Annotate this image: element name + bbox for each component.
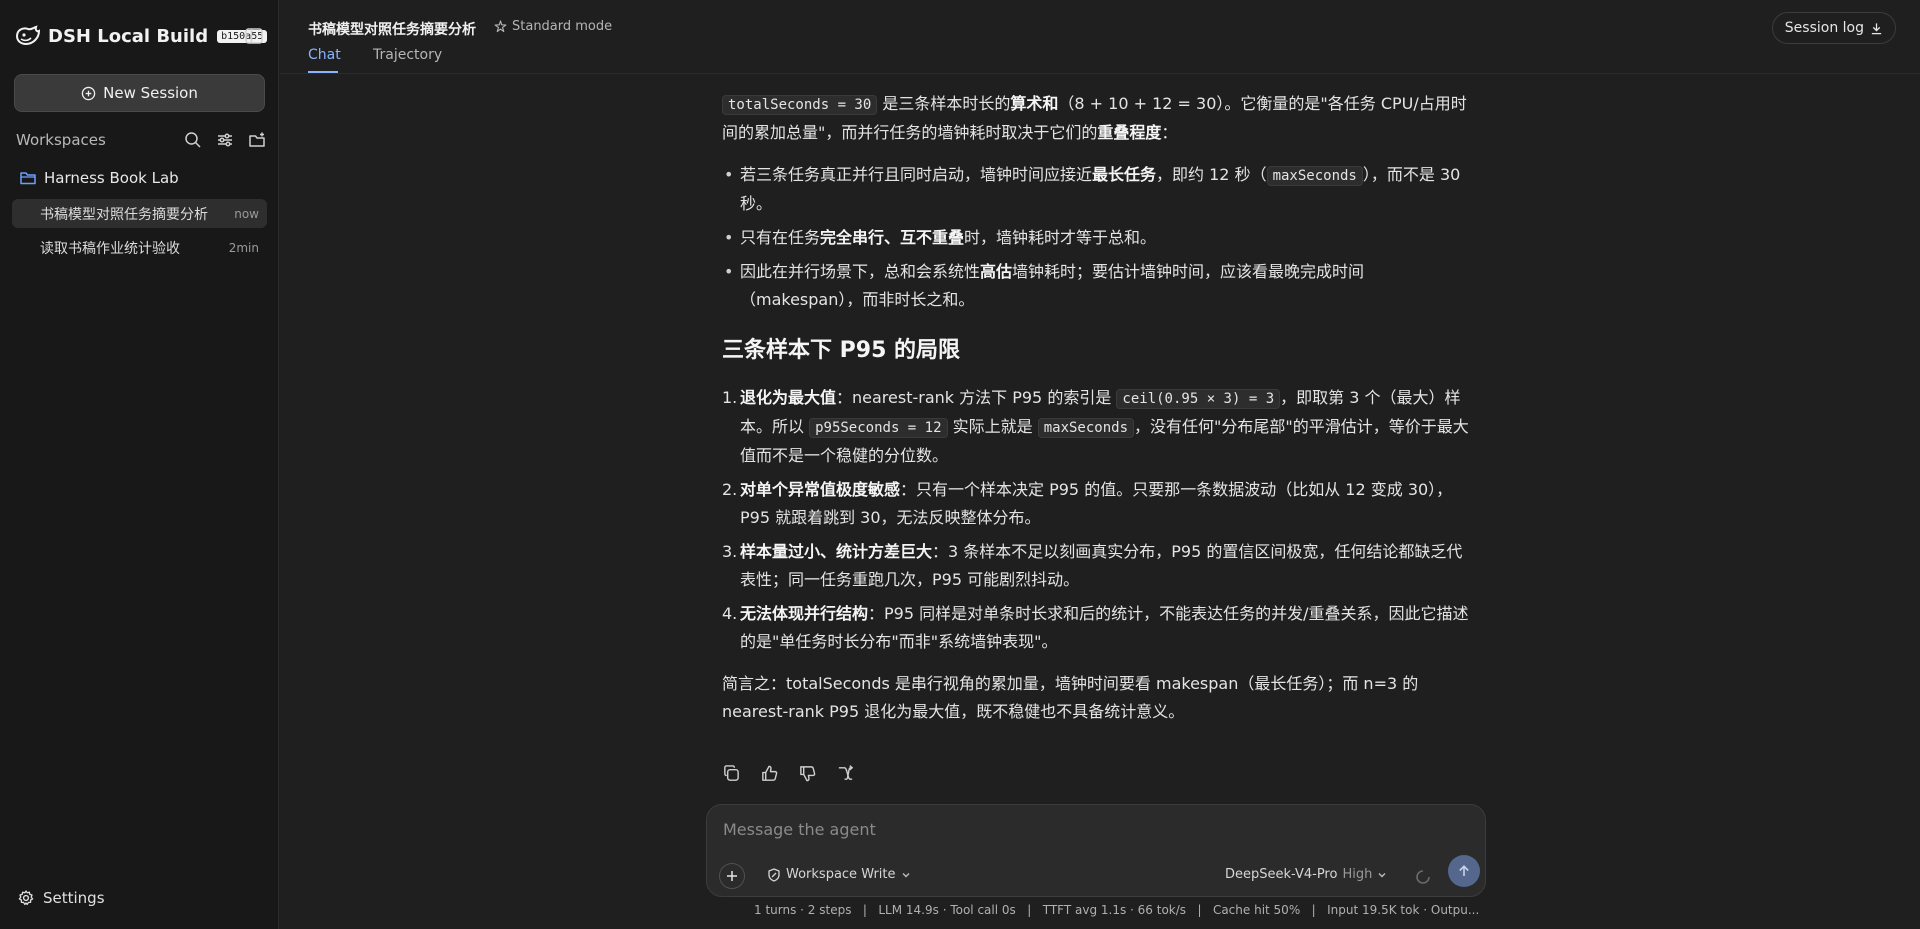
sidebar-toggle-icon[interactable] bbox=[244, 26, 264, 46]
thumbs-up-icon[interactable] bbox=[760, 764, 779, 783]
top-header: 书稿模型对照任务摘要分析 Standard mode Chat Trajecto… bbox=[280, 0, 1920, 74]
app-title: DSH Local Build bbox=[48, 25, 209, 47]
text-span: ，即约 12 秒（ bbox=[1156, 165, 1267, 184]
inline-code: ceil(0.95 × 3) = 3 bbox=[1116, 389, 1281, 409]
message-input[interactable] bbox=[723, 817, 1463, 841]
inline-code: maxSeconds bbox=[1037, 418, 1135, 438]
message-paragraph: totalSeconds = 30 是三条样本时长的算术和（8 + 10 + 1… bbox=[722, 90, 1472, 147]
tab-chat[interactable]: Chat bbox=[308, 47, 341, 63]
list-number: 2. bbox=[722, 480, 738, 499]
bold-text: 高估 bbox=[980, 262, 1013, 281]
bold-text: 算术和 bbox=[1010, 94, 1059, 113]
bold-text: 样本量过小、统计方差巨大 bbox=[740, 542, 933, 561]
sparkle-icon bbox=[494, 20, 507, 33]
session-log-button[interactable]: Session log bbox=[1771, 12, 1896, 44]
text-span: 若三条任务真正并行且同时启动，墙钟时间应接近 bbox=[740, 165, 1093, 184]
search-icon[interactable] bbox=[184, 131, 202, 149]
text-span: 时，墙钟耗时才等于总和。 bbox=[964, 228, 1157, 247]
inline-code: p95Seconds = 12 bbox=[809, 418, 948, 438]
bold-text: 重叠程度 bbox=[1097, 123, 1162, 142]
new-session-button[interactable]: New Session bbox=[14, 74, 265, 112]
settings-button[interactable]: Settings bbox=[18, 889, 105, 907]
list-item: 3. 样本量过小、统计方差巨大：3 条样本不足以刻画真实分布，P95 的置信区间极… bbox=[722, 538, 1472, 594]
sidebar: DSH Local Build b150a55 New Session Work… bbox=[0, 0, 279, 929]
bold-text: 退化为最大值 bbox=[740, 388, 837, 407]
plus-circle-icon bbox=[81, 86, 96, 100]
text-span: ：nearest-rank 方法下 P95 的索引是 bbox=[836, 388, 1117, 407]
list-item: 因此在并行场景下，总和会系统性高估墙钟耗时；要估计墙钟时间，应该看最晚完成时间（… bbox=[722, 258, 1472, 314]
list-item: 2. 对单个异常值极度敏感：只有一个样本决定 P95 的值。只要那一条数据波动（比… bbox=[722, 476, 1472, 532]
workspace-folder[interactable]: Harness Book Lab bbox=[20, 169, 179, 187]
brand: DSH Local Build b150a55 bbox=[15, 24, 268, 48]
bold-text: 最长任务 bbox=[1092, 165, 1157, 184]
send-button[interactable] bbox=[1448, 855, 1480, 887]
bold-text: 对单个异常值极度敏感 bbox=[740, 480, 901, 499]
model-name: DeepSeek-V4-Pro bbox=[1225, 867, 1338, 882]
model-selector[interactable]: DeepSeek-V4-Pro High bbox=[1225, 867, 1387, 882]
mode-indicator[interactable]: Standard mode bbox=[494, 19, 612, 34]
session-item[interactable]: 书稿模型对照任务摘要分析 now bbox=[12, 199, 267, 228]
session-log-label: Session log bbox=[1784, 20, 1864, 36]
list-number: 1. bbox=[722, 388, 738, 407]
chevron-down-icon bbox=[902, 872, 910, 877]
text-span: 是三条样本时长的 bbox=[877, 94, 1011, 113]
run-stats: 1 turns · 2 steps | LLM 14.9s · Tool cal… bbox=[754, 903, 1480, 917]
settings-label: Settings bbox=[43, 889, 105, 907]
list-item: 1. 退化为最大值：nearest-rank 方法下 P95 的索引是 ceil(… bbox=[722, 384, 1472, 470]
attach-button[interactable] bbox=[719, 863, 745, 889]
arrow-up-icon bbox=[1459, 865, 1469, 876]
session-time: now bbox=[234, 206, 259, 221]
new-session-label: New Session bbox=[103, 84, 198, 102]
list-item: 只有在任务完全串行、互不重叠时，墙钟耗时才等于总和。 bbox=[722, 224, 1472, 252]
bullet-list: 若三条任务真正并行且同时启动，墙钟时间应接近最长任务，即约 12 秒（maxSe… bbox=[722, 161, 1472, 314]
text-span: ： bbox=[1161, 123, 1178, 142]
text-span: 因此在并行场景下，总和会系统性 bbox=[740, 262, 981, 281]
shield-edit-icon bbox=[768, 867, 780, 882]
new-folder-icon[interactable] bbox=[248, 131, 266, 149]
session-title: 书稿模型对照任务摘要分析 bbox=[40, 206, 208, 223]
message-composer: Workspace Write DeepSeek-V4-Pro High bbox=[706, 804, 1486, 897]
permission-label: Workspace Write bbox=[786, 867, 896, 882]
section-heading: 三条样本下 P95 的局限 bbox=[722, 338, 961, 363]
workspaces-label: Workspaces bbox=[16, 131, 106, 149]
inline-code: totalSeconds = 30 bbox=[722, 95, 878, 115]
list-item: 若三条任务真正并行且同时启动，墙钟时间应接近最长任务，即约 12 秒（maxSe… bbox=[722, 161, 1472, 218]
workspaces-header: Workspaces bbox=[16, 130, 266, 150]
page-title: 书稿模型对照任务摘要分析 bbox=[308, 22, 476, 38]
permission-dropdown[interactable]: Workspace Write bbox=[767, 867, 911, 882]
plus-icon bbox=[727, 871, 737, 881]
session-item[interactable]: 读取书稿作业统计验收 2min bbox=[12, 233, 267, 262]
list-item: 4. 无法体现并行结构：P95 同样是对单条时长求和后的统计，不能表达任务的并发/… bbox=[722, 600, 1472, 656]
list-number: 3. bbox=[722, 542, 738, 561]
workspace-name: Harness Book Lab bbox=[44, 169, 179, 187]
bold-text: 无法体现并行结构 bbox=[740, 604, 869, 623]
gear-icon bbox=[18, 890, 34, 906]
tab-trajectory[interactable]: Trajectory bbox=[373, 47, 442, 63]
whale-logo-icon bbox=[15, 25, 41, 46]
download-icon bbox=[1871, 22, 1882, 34]
text-span: 只有在任务 bbox=[740, 228, 821, 247]
folder-icon bbox=[20, 172, 36, 185]
filter-sliders-icon[interactable] bbox=[216, 131, 234, 149]
loading-spinner-icon bbox=[1416, 870, 1430, 884]
numbered-list: 1. 退化为最大值：nearest-rank 方法下 P95 的索引是 ceil(… bbox=[722, 384, 1472, 656]
message-actions bbox=[722, 764, 855, 783]
assistant-message: totalSeconds = 30 是三条样本时长的算术和（8 + 10 + 1… bbox=[722, 90, 1472, 726]
branch-icon[interactable] bbox=[836, 764, 855, 783]
text-span: 实际上就是 bbox=[947, 417, 1038, 436]
inline-code: maxSeconds bbox=[1266, 166, 1363, 186]
thumbs-down-icon[interactable] bbox=[798, 764, 817, 783]
session-title: 读取书稿作业统计验收 bbox=[40, 240, 180, 257]
model-effort: High bbox=[1342, 867, 1373, 882]
bold-text: 完全串行、互不重叠 bbox=[820, 228, 965, 247]
session-time: 2min bbox=[228, 240, 259, 255]
copy-icon[interactable] bbox=[722, 764, 741, 783]
summary-paragraph: 简言之：totalSeconds 是串行视角的累加量，墙钟时间要看 makesp… bbox=[722, 674, 1419, 721]
list-number: 4. bbox=[722, 604, 738, 623]
mode-label: Standard mode bbox=[512, 19, 613, 34]
active-tab-indicator bbox=[308, 71, 338, 73]
chevron-down-icon bbox=[1378, 872, 1386, 877]
